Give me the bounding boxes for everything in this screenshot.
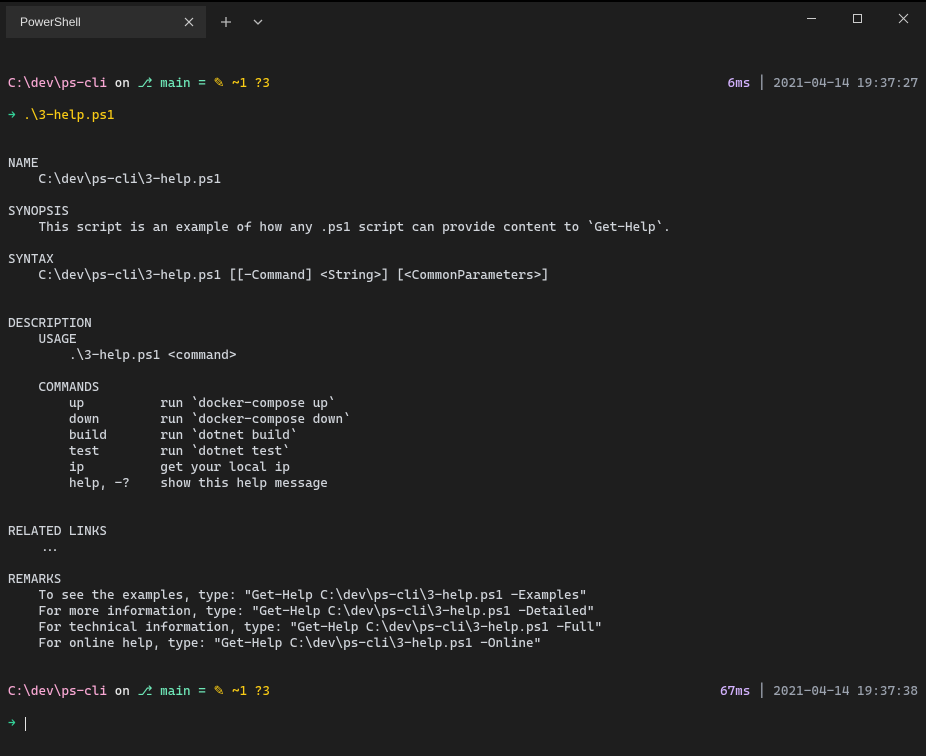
close-tab-icon[interactable] [180, 13, 198, 31]
prompt-dirty: ~1 ?3 [232, 684, 270, 699]
tab-dropdown-button[interactable] [244, 8, 272, 36]
tab-label: PowerShell [20, 15, 180, 29]
prompt-arrow: → [8, 716, 16, 731]
title-bar: PowerShell [0, 0, 926, 38]
prompt-on: on [107, 76, 137, 91]
command-line-1: → .\3-help.ps1 [8, 108, 918, 124]
prompt-path: C:\dev\ps-cli [8, 76, 107, 91]
help-output: NAME C:\dev\ps-cli\3-help.ps1 SYNOPSIS T… [8, 156, 671, 651]
prompt-timestamp: 2021-04-14 19:37:27 [773, 76, 918, 91]
git-branch-icon: ⎇ [138, 684, 161, 699]
prompt-eq: = [191, 76, 206, 91]
prompt-pipe: │ [750, 76, 773, 91]
maximize-button[interactable] [834, 2, 880, 34]
prompt-arrow: → [8, 108, 16, 123]
prompt-eq: = [191, 684, 206, 699]
window-controls [788, 2, 926, 34]
prompt-path: C:\dev\ps-cli [8, 684, 107, 699]
prompt-line-1: C:\dev\ps-cli on ⎇ main = ✎ ~1 ?3 6ms │ 2… [8, 76, 918, 92]
prompt-branch: main [160, 76, 190, 91]
terminal-output[interactable]: C:\dev\ps-cli on ⎇ main = ✎ ~1 ?3 6ms │ 2… [0, 38, 926, 756]
git-branch-icon: ⎇ [138, 76, 161, 91]
prompt-line-2: C:\dev\ps-cli on ⎇ main = ✎ ~1 ?367ms │ … [8, 684, 918, 700]
prompt-dirty: ~1 ?3 [232, 76, 270, 91]
new-tab-button[interactable] [212, 8, 240, 36]
prompt-elapsed: 6ms [728, 76, 751, 91]
prompt-branch: main [160, 684, 190, 699]
prompt-pipe: │ [750, 684, 773, 699]
tab-powershell[interactable]: PowerShell [6, 6, 206, 38]
pencil-icon: ✎ [213, 76, 232, 91]
prompt-on: on [107, 684, 137, 699]
prompt-command: .\3-help.ps1 [23, 108, 114, 123]
prompt-timestamp: 2021-04-14 19:37:38 [773, 684, 918, 699]
prompt-elapsed: 67ms [720, 684, 750, 699]
minimize-button[interactable] [788, 2, 834, 34]
tab-actions [212, 6, 272, 38]
pencil-icon: ✎ [213, 684, 232, 699]
close-window-button[interactable] [880, 2, 926, 34]
cursor [25, 717, 26, 731]
command-line-2: → [8, 716, 918, 732]
